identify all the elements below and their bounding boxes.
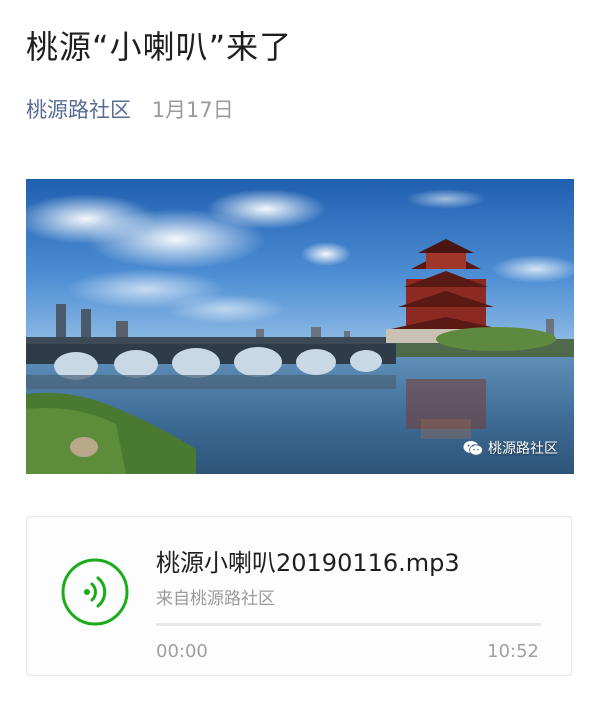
- audio-filename: 桃源小喇叭20190116.mp3: [156, 549, 460, 577]
- publish-date: 1月17日: [151, 98, 234, 122]
- audio-player-card[interactable]: 桃源小喇叭20190116.mp3 来自桃源路社区 00:00 10:52: [26, 516, 572, 676]
- account-name-link[interactable]: 桃源路社区: [26, 98, 131, 122]
- pavilion-bridge-landscape-image: [26, 179, 574, 474]
- watermark-text: 桃源路社区: [488, 441, 558, 457]
- wechat-icon: [463, 441, 483, 456]
- audio-source: 来自桃源路社区: [156, 589, 275, 609]
- audio-play-icon[interactable]: [60, 557, 130, 627]
- article-meta: 桃源路社区 1月17日: [26, 94, 234, 124]
- photo-watermark: 桃源路社区: [463, 438, 558, 458]
- total-time: 10:52: [487, 641, 539, 662]
- current-time: 00:00: [156, 641, 208, 662]
- audio-progress-bar[interactable]: [156, 623, 541, 626]
- article-title: 桃源“小喇叭”来了: [26, 28, 293, 66]
- article-photo[interactable]: 桃源路社区: [26, 179, 574, 474]
